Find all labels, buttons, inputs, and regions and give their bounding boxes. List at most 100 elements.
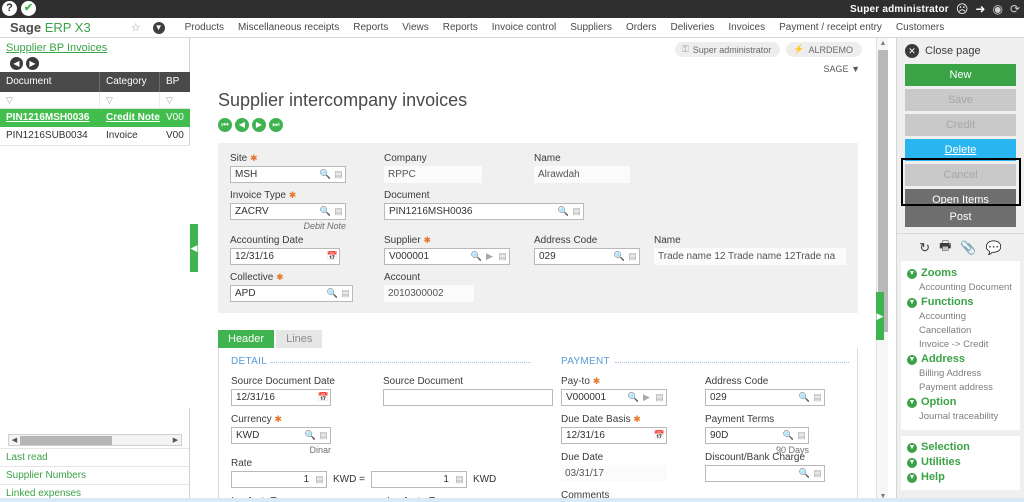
- calendar-icon[interactable]: 📅: [326, 249, 339, 264]
- filter-icon-bp[interactable]: ▽: [160, 92, 190, 109]
- tab-header[interactable]: Header: [218, 330, 275, 348]
- scroll-right-icon[interactable]: ▶: [170, 436, 181, 444]
- menu-group-option[interactable]: ▼ Option: [901, 395, 1020, 410]
- main-vertical-scrollbar[interactable]: ▲ ▼: [876, 38, 888, 502]
- column-header-bp[interactable]: BP: [160, 72, 190, 92]
- close-page-button[interactable]: ✕ Close page: [897, 38, 1024, 64]
- search-icon[interactable]: 🔍: [319, 204, 332, 219]
- collapse-right-panel-handle[interactable]: ▶: [876, 292, 884, 340]
- source-document-input[interactable]: [383, 389, 553, 406]
- menu-item-journal-traceability[interactable]: Journal traceability: [901, 410, 1020, 424]
- scroll-left-icon[interactable]: ◀: [9, 436, 20, 444]
- menu-group-functions[interactable]: ▼ Functions: [901, 295, 1020, 310]
- filter-icon-category[interactable]: ▽: [100, 92, 160, 109]
- link-last-read[interactable]: Last read: [0, 448, 189, 466]
- search-icon[interactable]: 🔍: [557, 204, 570, 219]
- calendar-icon[interactable]: 📅: [317, 390, 330, 405]
- table-row[interactable]: PIN1216MSH0036 Credit Note V00: [0, 109, 190, 127]
- logout-icon[interactable]: ➜: [975, 0, 985, 18]
- left-panel-title[interactable]: Supplier BP Invoices: [6, 42, 189, 54]
- previous-record-icon[interactable]: ◀: [235, 118, 249, 132]
- rate-input[interactable]: 1 ▤: [231, 471, 327, 488]
- table-row[interactable]: PIN1216SUB0034 Invoice V00: [0, 127, 190, 145]
- lookup-icon[interactable]: ▤: [496, 249, 509, 264]
- headset-icon[interactable]: ☹: [956, 0, 969, 18]
- currency-input[interactable]: KWD 🔍 ▤: [231, 427, 331, 444]
- print-icon[interactable]: 🖶: [939, 237, 951, 259]
- source-document-date-input[interactable]: 12/31/16 📅: [231, 389, 331, 406]
- supplier-input[interactable]: V000001 🔍 ▶ ▤: [384, 248, 510, 265]
- menu-item-customers[interactable]: Customers: [896, 22, 944, 33]
- document-input[interactable]: PIN1216MSH0036 🔍 ▤: [384, 203, 584, 220]
- calendar-icon[interactable]: 📅: [653, 428, 666, 443]
- lookup-icon[interactable]: ▤: [653, 390, 666, 405]
- menu-item-suppliers[interactable]: Suppliers: [570, 22, 612, 33]
- globe-icon[interactable]: ◉: [992, 0, 1002, 18]
- search-icon[interactable]: 🔍: [627, 390, 640, 405]
- discount-bank-charge-input[interactable]: 🔍 ▤: [705, 465, 825, 482]
- due-date-basis-input[interactable]: 12/31/16 📅: [561, 427, 667, 444]
- next-record-icon[interactable]: ▶: [252, 118, 266, 132]
- filter-icon-document[interactable]: ▽: [0, 92, 100, 109]
- chevron-down-icon[interactable]: ▼: [152, 21, 165, 34]
- search-icon[interactable]: 🔍: [798, 466, 811, 481]
- menu-item-reports-2[interactable]: Reports: [443, 22, 478, 33]
- open-items-post-button[interactable]: Open Items Post: [905, 189, 1016, 227]
- search-icon[interactable]: 🔍: [782, 428, 795, 443]
- lookup-icon[interactable]: ▤: [795, 428, 808, 443]
- address-code-input[interactable]: 029 🔍 ▤: [534, 248, 640, 265]
- search-icon[interactable]: 🔍: [798, 390, 811, 405]
- search-icon[interactable]: 🔍: [319, 167, 332, 182]
- menu-group-utilities[interactable]: ▼ Utilities: [901, 455, 1020, 470]
- invoice-type-input[interactable]: ZACRV 🔍 ▤: [230, 203, 346, 220]
- attachment-icon[interactable]: 📎: [960, 240, 976, 256]
- open-record-icon[interactable]: ▶: [483, 249, 496, 264]
- status-badge-folder[interactable]: ⚡ ALRDEMO: [786, 42, 862, 57]
- refresh-icon[interactable]: ↻: [919, 240, 930, 256]
- menu-item-invoice-control[interactable]: Invoice control: [492, 22, 556, 33]
- rate-converted-input[interactable]: 1 ▤: [370, 471, 467, 488]
- list-horizontal-scrollbar[interactable]: ◀ ▶: [8, 434, 182, 446]
- lookup-icon[interactable]: ▤: [811, 390, 824, 405]
- menu-item-accounting-cancellation[interactable]: Accounting Cancellation: [901, 310, 1020, 338]
- collective-input[interactable]: APD 🔍 ▤: [230, 285, 353, 302]
- site-input[interactable]: MSH 🔍 ▤: [230, 166, 346, 183]
- open-record-icon[interactable]: ▶: [640, 390, 653, 405]
- menu-item-payment-address[interactable]: Payment address: [901, 381, 1020, 395]
- search-icon[interactable]: 🔍: [326, 286, 339, 301]
- column-header-category[interactable]: Category: [100, 72, 160, 92]
- lookup-icon[interactable]: ▤: [317, 428, 330, 443]
- tab-lines[interactable]: Lines: [276, 330, 323, 348]
- scroll-up-icon[interactable]: ▲: [877, 38, 889, 49]
- scrollbar-thumb[interactable]: [20, 435, 112, 445]
- scrollbar-thumb[interactable]: [878, 50, 888, 332]
- menu-item-products[interactable]: Products: [185, 22, 224, 33]
- favorite-star-icon[interactable]: ☆: [131, 21, 141, 34]
- menu-group-help[interactable]: ▼ Help: [901, 470, 1020, 485]
- lookup-icon[interactable]: ▤: [339, 286, 352, 301]
- last-record-icon[interactable]: ⏭: [269, 118, 283, 132]
- menu-item-reports[interactable]: Reports: [353, 22, 388, 33]
- collapse-left-panel-handle[interactable]: ◀: [190, 224, 198, 272]
- menu-group-selection[interactable]: ▼ Selection: [901, 440, 1020, 455]
- first-record-icon[interactable]: ⏮: [218, 118, 232, 132]
- lookup-icon[interactable]: ▤: [811, 466, 824, 481]
- lookup-icon[interactable]: ▤: [570, 204, 583, 219]
- stepper-icon[interactable]: ▤: [313, 472, 326, 487]
- menu-item-accounting-document[interactable]: Accounting Document: [901, 281, 1020, 295]
- payment-terms-input[interactable]: 90D 🔍 ▤: [705, 427, 809, 444]
- search-icon[interactable]: 🔍: [613, 249, 626, 264]
- status-badge-user[interactable]: ⚿ Super administrator: [674, 42, 781, 57]
- menu-item-views[interactable]: Views: [402, 22, 429, 33]
- link-supplier-numbers[interactable]: Supplier Numbers: [0, 466, 189, 484]
- menu-item-deliveries[interactable]: Deliveries: [671, 22, 715, 33]
- search-icon[interactable]: 🔍: [304, 428, 317, 443]
- delete-button[interactable]: Delete: [905, 139, 1016, 161]
- comment-icon[interactable]: 💬: [986, 240, 1002, 256]
- help-icon[interactable]: ?: [2, 1, 17, 16]
- accounting-date-input[interactable]: 12/31/16 📅: [230, 248, 340, 265]
- lookup-icon[interactable]: ▤: [332, 204, 345, 219]
- payment-address-code-input[interactable]: 029 🔍 ▤: [705, 389, 825, 406]
- menu-item-miscellaneous-receipts[interactable]: Miscellaneous receipts: [238, 22, 339, 33]
- menu-item-invoice-to-credit[interactable]: Invoice -> Credit: [901, 338, 1020, 352]
